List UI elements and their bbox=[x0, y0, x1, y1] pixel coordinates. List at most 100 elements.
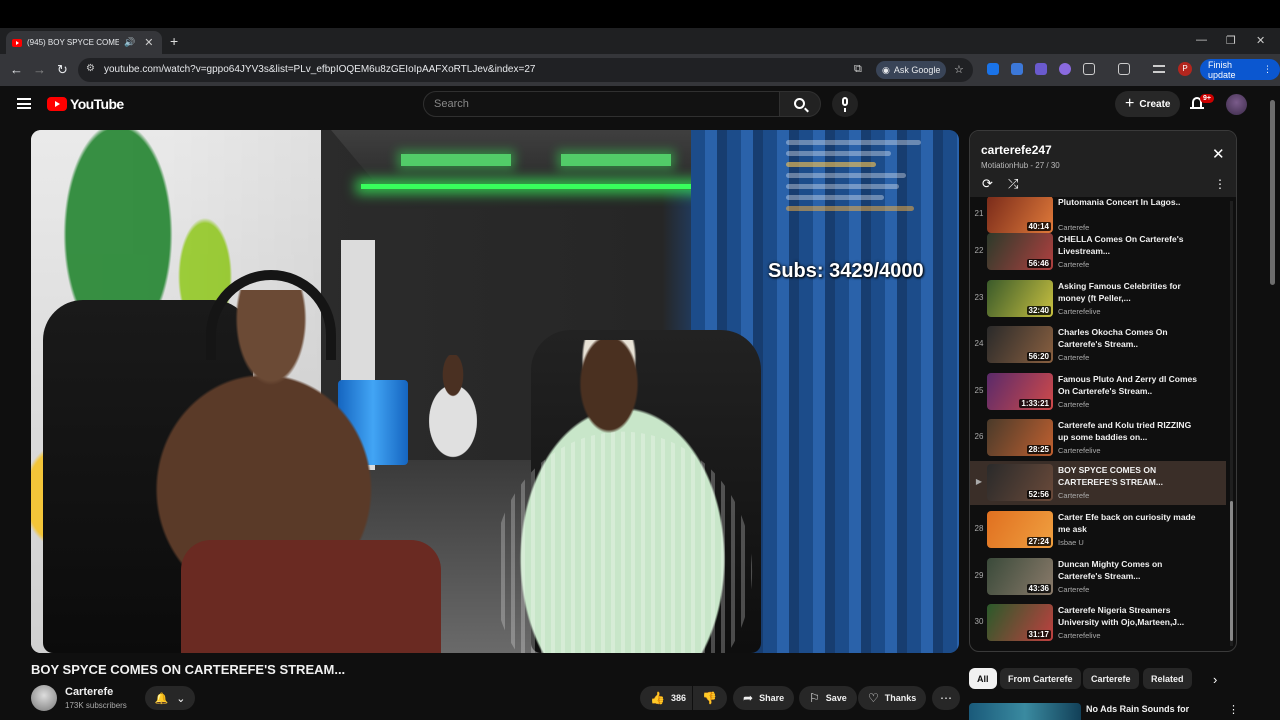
playlist-item-channel: Isbae U bbox=[1058, 538, 1084, 547]
playlist-item-title[interactable]: BOY SPYCE COMES ON CARTEREFE'S STREAM... bbox=[1058, 464, 1198, 488]
playlist-menu-icon[interactable]: ⋮ bbox=[1214, 177, 1226, 191]
close-tab-icon[interactable]: ✕ bbox=[144, 36, 153, 49]
playlist-item-title[interactable]: CHELLA Comes On Carterefe's Livestream..… bbox=[1058, 233, 1198, 257]
dislike-button[interactable]: 👎 bbox=[693, 686, 727, 710]
playlist-item-thumbnail[interactable]: 1:33:21 bbox=[987, 373, 1053, 410]
subscription-notification-button[interactable]: 🔔 ⌄ bbox=[145, 686, 195, 710]
thumbs-up-icon: 👍 bbox=[650, 691, 665, 705]
up-next-thumbnail[interactable] bbox=[969, 703, 1081, 720]
playlist-scrollbar-thumb[interactable] bbox=[1230, 501, 1233, 641]
playlist-item[interactable]: ▶ 52:56 BOY SPYCE COMES ON CARTEREFE'S STR… bbox=[970, 461, 1226, 505]
playlist-item-thumbnail[interactable]: 32:40 bbox=[987, 280, 1053, 317]
chip-2[interactable]: Carterefe bbox=[1083, 668, 1139, 689]
channel-name[interactable]: Carterefe bbox=[65, 686, 113, 698]
playlist-item-title[interactable]: Asking Famous Celebrities for money (ft … bbox=[1058, 280, 1198, 304]
search-input[interactable]: Search bbox=[423, 91, 780, 117]
playlist-item[interactable]: 22 56:46 CHELLA Comes On Carterefe's Lives… bbox=[970, 230, 1226, 274]
youtube-logo[interactable]: YouTube bbox=[47, 96, 124, 112]
bookmark-star-icon[interactable]: ☆ bbox=[954, 63, 964, 76]
minimize-icon[interactable]: — bbox=[1196, 34, 1207, 46]
video-player[interactable]: Subs: 3429/4000 bbox=[31, 130, 959, 653]
notification-count-badge: 9+ bbox=[1200, 94, 1214, 103]
account-avatar[interactable] bbox=[1226, 94, 1247, 115]
create-button[interactable]: + Create bbox=[1115, 91, 1181, 117]
menu-icon[interactable] bbox=[17, 98, 31, 109]
reading-list-icon[interactable] bbox=[1153, 65, 1165, 73]
microphone-icon bbox=[842, 97, 848, 112]
share-button[interactable]: ➦ Share bbox=[733, 686, 795, 710]
playlist-item[interactable]: 24 56:20 Charles Okocha Comes On Carterefe… bbox=[970, 323, 1226, 367]
playlist-item-thumbnail[interactable]: 40:14 bbox=[987, 197, 1053, 233]
playlist-item-title[interactable]: Charles Okocha Comes On Carterefe's Stre… bbox=[1058, 326, 1198, 350]
browser-tab[interactable]: (945) BOY SPYCE COMES O 🔊 ✕ bbox=[6, 31, 162, 54]
playlist-item-channel: Carterefe bbox=[1058, 491, 1090, 500]
playlist-item-title[interactable]: Duncan Mighty Comes on Carterefe's Strea… bbox=[1058, 558, 1198, 582]
loop-icon[interactable]: ⟳ bbox=[982, 176, 993, 192]
playlist-item[interactable]: 23 32:40 Asking Famous Celebrities for mon… bbox=[970, 277, 1226, 321]
more-actions-button[interactable]: ⋯ bbox=[932, 686, 960, 710]
extension-translate-icon[interactable] bbox=[1011, 63, 1023, 75]
ask-google-button[interactable]: ◉ Ask Google bbox=[876, 61, 947, 79]
video-title: BOY SPYCE COMES ON CARTEREFE'S STREAM... bbox=[31, 662, 346, 677]
playlist-item[interactable]: 30 31:17 Carterefe Nigeria Streamers Unive… bbox=[970, 601, 1226, 645]
extension-n-icon[interactable] bbox=[987, 63, 999, 75]
chrome-menu-icon[interactable]: ⋮ bbox=[1263, 64, 1272, 75]
playlist-item-thumbnail[interactable]: 56:20 bbox=[987, 326, 1053, 363]
chip-0[interactable]: All bbox=[969, 668, 997, 689]
url-text[interactable]: youtube.com/watch?v=gppo64JYV3s&list=PLv… bbox=[104, 64, 535, 75]
playlist-item[interactable]: 25 1:33:21 Famous Pluto And Zerry dl Comes… bbox=[970, 370, 1226, 414]
close-icon[interactable]: ✕ bbox=[1212, 145, 1225, 163]
shuffle-icon[interactable]: ⤮ bbox=[1008, 176, 1018, 192]
playlist-items: 21 40:14 Plutomania Concert In Lagos.. Cart… bbox=[970, 197, 1230, 651]
chip-1[interactable]: From Carterefe bbox=[1000, 668, 1081, 689]
back-icon[interactable]: ← bbox=[10, 62, 23, 77]
thanks-heart-icon: ♡ bbox=[868, 691, 879, 705]
chevron-right-icon[interactable]: › bbox=[1213, 672, 1217, 687]
google-lens-icon: ◉ bbox=[882, 64, 890, 75]
site-info-icon[interactable]: ⚙ bbox=[86, 63, 95, 74]
up-next-title[interactable]: No Ads Rain Sounds for bbox=[1086, 704, 1189, 714]
extension-pen-icon[interactable] bbox=[1059, 63, 1071, 75]
like-button[interactable]: 👍 386 bbox=[640, 686, 692, 710]
playlist-item-title[interactable]: Carterefe and Kolu tried RIZZING up some… bbox=[1058, 419, 1198, 443]
speaker-icon[interactable]: 🔊 bbox=[124, 37, 135, 48]
playlist-item-thumbnail[interactable]: 56:46 bbox=[987, 233, 1053, 270]
playlist-item-title[interactable]: Famous Pluto And Zerry dl Comes On Carte… bbox=[1058, 373, 1198, 397]
extension-shield-icon[interactable] bbox=[1035, 63, 1047, 75]
thanks-button[interactable]: ♡ Thanks bbox=[858, 686, 927, 710]
search-button[interactable] bbox=[779, 91, 821, 117]
playlist-item-thumbnail[interactable]: 31:17 bbox=[987, 604, 1053, 641]
extensions-puzzle-icon[interactable] bbox=[1083, 63, 1095, 75]
maximize-icon[interactable]: ❐ bbox=[1226, 34, 1236, 47]
playlist-item[interactable]: 29 43:36 Duncan Mighty Comes on Carterefe'… bbox=[970, 555, 1226, 599]
new-tab-icon[interactable]: + bbox=[170, 33, 178, 49]
playlist-item[interactable]: 26 28:25 Carterefe and Kolu tried RIZZING … bbox=[970, 416, 1226, 460]
playlist-item-thumbnail[interactable]: 28:25 bbox=[987, 419, 1053, 456]
playlist-item-title[interactable]: Carterefe Nigeria Streamers University w… bbox=[1058, 604, 1198, 628]
playlist-item-thumbnail[interactable]: 27:24 bbox=[987, 511, 1053, 548]
install-app-icon[interactable]: ⧉ bbox=[854, 63, 862, 76]
profile-avatar[interactable]: P bbox=[1178, 62, 1192, 76]
playlist-title[interactable]: carterefe247 bbox=[981, 143, 1052, 157]
subscriber-count: 173K subscribers bbox=[65, 701, 127, 710]
save-button[interactable]: ⚐ Save bbox=[799, 686, 857, 710]
playlist-item-thumbnail[interactable]: 43:36 bbox=[987, 558, 1053, 595]
forward-icon[interactable]: → bbox=[33, 62, 46, 77]
chip-3[interactable]: Related bbox=[1143, 668, 1192, 689]
channel-avatar[interactable] bbox=[31, 685, 57, 711]
playlist-item-title[interactable]: Carter Efe back on curiosity made me ask bbox=[1058, 511, 1198, 535]
tab-search-icon[interactable] bbox=[1118, 63, 1130, 75]
playlist-item[interactable]: 28 27:24 Carter Efe back on curiosity made… bbox=[970, 508, 1226, 552]
reload-icon[interactable]: ↻ bbox=[57, 62, 68, 78]
playlist-item-title[interactable]: Plutomania Concert In Lagos.. bbox=[1058, 197, 1198, 208]
playlist-item-index: 26 bbox=[974, 432, 984, 441]
playlist-item-thumbnail[interactable]: 52:56 bbox=[987, 464, 1053, 501]
page-scrollbar[interactable] bbox=[1270, 100, 1275, 285]
finish-update-button[interactable]: Finish update ⋮ bbox=[1200, 59, 1280, 80]
up-next-menu-icon[interactable]: ⋮ bbox=[1228, 703, 1239, 716]
playlist-scrollbar[interactable] bbox=[1230, 201, 1233, 646]
voice-search-button[interactable] bbox=[832, 91, 858, 117]
close-window-icon[interactable]: ✕ bbox=[1256, 34, 1265, 47]
playlist-item-channel: Carterefe bbox=[1058, 585, 1090, 594]
omnibox[interactable]: ⚙ youtube.com/watch?v=gppo64JYV3s&list=P… bbox=[78, 58, 973, 82]
